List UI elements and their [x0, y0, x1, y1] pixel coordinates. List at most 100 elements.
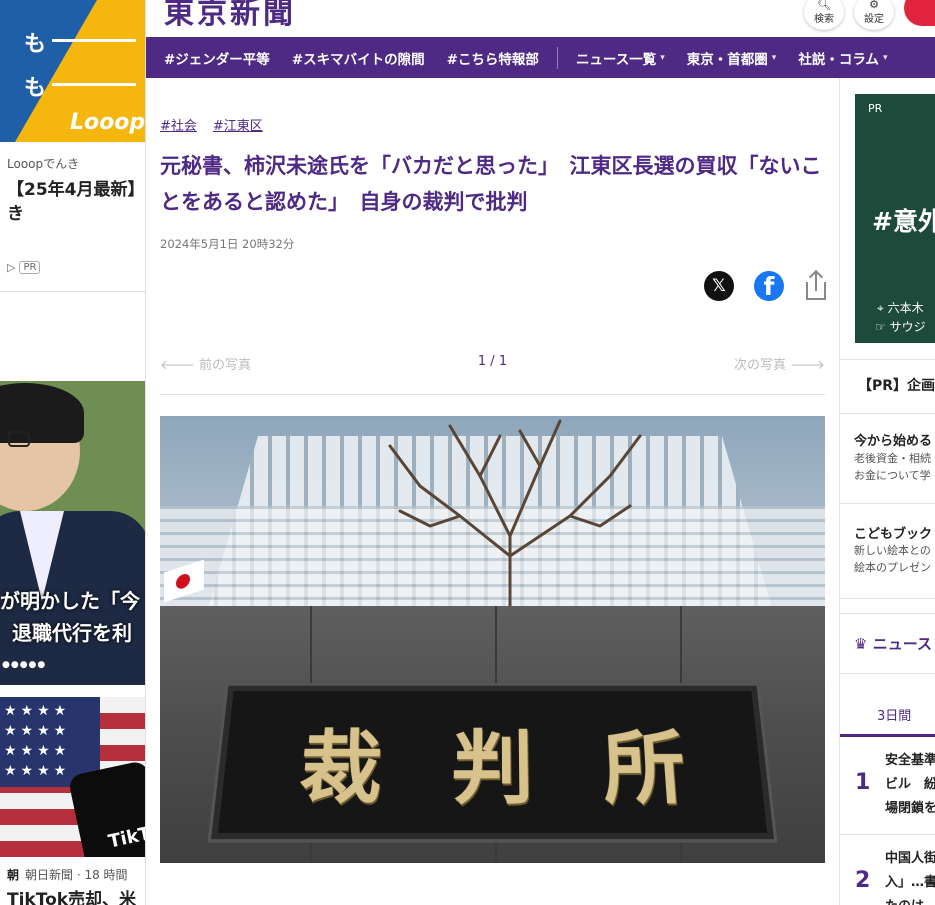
- search-button[interactable]: 🔍︎ 検索: [804, 0, 844, 30]
- left-ad-panel: も も Looop Looopでんき 【25年4月最新】…き ▷ PR が明かし…: [0, 0, 146, 905]
- news-title[interactable]: TikTok売却、米: [7, 885, 136, 905]
- article-date: 2024年5月1日 20時32分: [160, 237, 295, 251]
- nav-menu-tokyo-label: 東京・首都圏: [686, 51, 768, 68]
- pr-item-title-1[interactable]: 今から始める: [854, 430, 932, 449]
- resignation-agency-ad[interactable]: が明かした「今 退職代行を利 ●●●●●: [0, 381, 145, 685]
- sidebar-ad-headline: #意外: [872, 207, 935, 236]
- prev-photo-button[interactable]: 🡐 前の写真: [160, 354, 251, 373]
- next-photo-label: 次の写真: [733, 358, 786, 373]
- divider: [840, 673, 935, 674]
- settings-label: 設定: [864, 14, 884, 25]
- nav-tag-gender[interactable]: #ジェンダー平等: [146, 48, 281, 68]
- nav-tag-tokuho[interactable]: #こちら特報部: [436, 48, 550, 68]
- plaque-char-3: 所: [600, 721, 689, 816]
- photo-navigation: 1 / 1 🡐 前の写真 次の写真 🡒: [160, 354, 825, 374]
- ranking-number-1: 1: [855, 770, 871, 795]
- browser-viewport: も も Looop Looopでんき 【25年4月最新】…き ▷ PR が明かし…: [0, 0, 935, 905]
- ranking-line-1a[interactable]: 安全基準: [885, 749, 935, 773]
- ad-caption-2: 退職代行を利: [12, 621, 132, 645]
- ad-line-1: [52, 39, 136, 42]
- nav-tag-sukima[interactable]: #スキマバイトの隙間: [281, 48, 436, 68]
- sidebar-ad-location: ⌖ 六本木: [877, 299, 924, 316]
- pr-item-desc-2b: 絵本のプレゼン: [854, 561, 931, 574]
- ad-text-mo-1: も: [24, 32, 47, 57]
- ad-title[interactable]: 【25年4月最新】…き: [7, 178, 145, 226]
- ad-person-glasses: [8, 431, 30, 447]
- arrow-left-icon: 🡐: [160, 358, 195, 373]
- settings-button[interactable]: ⚙ 設定: [854, 0, 894, 30]
- nav-menu-editorial-label: 社説・コラム: [798, 51, 879, 68]
- site-header: 東京新聞 🔍︎ 検索 ⚙ 設定: [146, 0, 935, 37]
- share-icon[interactable]: [804, 269, 828, 301]
- sidebar-ad-sub-text: サウジ: [889, 320, 926, 334]
- nav-menu-editorial[interactable]: 社説・コラム ▾: [787, 48, 898, 68]
- plaque-char-1: 裁: [296, 721, 385, 816]
- ranking-tab-3days[interactable]: 3日間: [840, 693, 935, 737]
- ranking-title: ♛ ニュース: [854, 633, 932, 654]
- publisher-mark: 朝: [7, 868, 20, 882]
- carousel-dots[interactable]: ●●●●●: [2, 660, 46, 670]
- tag-link-koto[interactable]: #江東区: [213, 115, 263, 134]
- divider: [840, 359, 935, 360]
- login-button[interactable]: [904, 0, 935, 26]
- facebook-logo-icon: f: [763, 272, 775, 301]
- arrow-right-icon: 🡒: [790, 358, 825, 373]
- gear-icon: ⚙: [869, 0, 879, 11]
- article-photo-court[interactable]: 裁 判 所: [160, 416, 825, 863]
- tag-link-society[interactable]: #社会: [160, 115, 197, 134]
- prev-photo-label: 前の写真: [199, 358, 252, 373]
- search-icon: 🔍︎: [817, 0, 831, 11]
- sidebar-ad-location-text: 六本木: [887, 301, 924, 315]
- photo-tree: [388, 419, 642, 616]
- play-icon: ▷: [7, 261, 16, 274]
- ranking-line-2c[interactable]: たのは: [885, 895, 924, 905]
- pr-item-desc-1b: お金について学: [854, 469, 931, 482]
- divider: [840, 613, 935, 614]
- nav-menu-news[interactable]: ニュース一覧 ▾: [565, 48, 676, 68]
- pr-item-title-2[interactable]: こどもブック: [854, 523, 932, 542]
- ranking-line-2b[interactable]: 入」…書: [885, 871, 935, 895]
- ranking-line-1b[interactable]: ビル 紛: [885, 773, 935, 797]
- ad-pr-row[interactable]: ▷ PR: [7, 261, 41, 274]
- right-sidebar: PR #意外 ⌖ 六本木 ☞ サウジ 【PR】企画 今から始める 老後資金・相続…: [839, 78, 935, 905]
- sidebar-ad[interactable]: PR #意外 ⌖ 六本木 ☞ サウジ: [855, 94, 935, 343]
- facebook-share-button[interactable]: f: [754, 271, 784, 301]
- pr-item-desc-1a: 老後資金・相続: [854, 452, 931, 465]
- hand-icon: ☞: [875, 320, 886, 334]
- next-photo-button[interactable]: 次の写真 🡒: [734, 354, 825, 373]
- sidebar-ad-pr: PR: [868, 102, 883, 115]
- pr-badge: PR: [19, 261, 41, 274]
- nav-menu-news-label: ニュース一覧: [575, 51, 657, 68]
- search-label: 検索: [814, 14, 834, 25]
- tab-underline: [840, 734, 935, 737]
- news-meta: 朝朝日新聞 · 18 時間: [7, 866, 128, 883]
- ranking-line-2a[interactable]: 中国人街: [885, 847, 935, 871]
- nav-menu-tokyo[interactable]: 東京・首都圏 ▾: [676, 48, 788, 68]
- chevron-down-icon: ▾: [660, 52, 665, 63]
- looop-logo: Looop: [70, 110, 146, 135]
- ad-caption-1: が明かした「今: [0, 589, 140, 613]
- article-tags: #社会 #江東区: [160, 115, 263, 134]
- divider: [840, 598, 935, 599]
- crown-icon: ♛: [854, 635, 868, 653]
- tiktok-news-image[interactable]: ★★★★ ★★★★ ★★★★ ★★★★ TikTok: [0, 697, 145, 857]
- looop-ad-banner[interactable]: も も Looop: [0, 0, 146, 142]
- plaque-char-2: 判: [450, 721, 535, 816]
- ranking-tab-label: 3日間: [877, 709, 912, 724]
- x-share-button[interactable]: 𝕏: [704, 271, 734, 301]
- ranking-line-1c[interactable]: 場閉鎖を: [885, 797, 935, 821]
- chevron-down-icon: ▾: [771, 52, 777, 63]
- sidebar-ad-sub: ☞ サウジ: [875, 318, 926, 335]
- divider: [840, 834, 935, 835]
- x-logo-icon: 𝕏: [712, 276, 726, 296]
- chevron-down-icon: ▾: [882, 52, 888, 63]
- news-meta-text: 朝日新聞 · 18 時間: [25, 868, 128, 882]
- divider: [840, 503, 935, 504]
- ranking-title-text: ニュース: [872, 635, 932, 653]
- article-headline: 元秘書、柿沢未途氏を「バカだと思った」 江東区長選の買収「ないことをあると認めた…: [160, 154, 822, 214]
- divider: [0, 291, 145, 292]
- nav-divider: [556, 46, 558, 69]
- ranking-number-2: 2: [855, 868, 871, 893]
- site-logo[interactable]: 東京新聞: [164, 0, 296, 32]
- ad-line-2: [52, 83, 136, 86]
